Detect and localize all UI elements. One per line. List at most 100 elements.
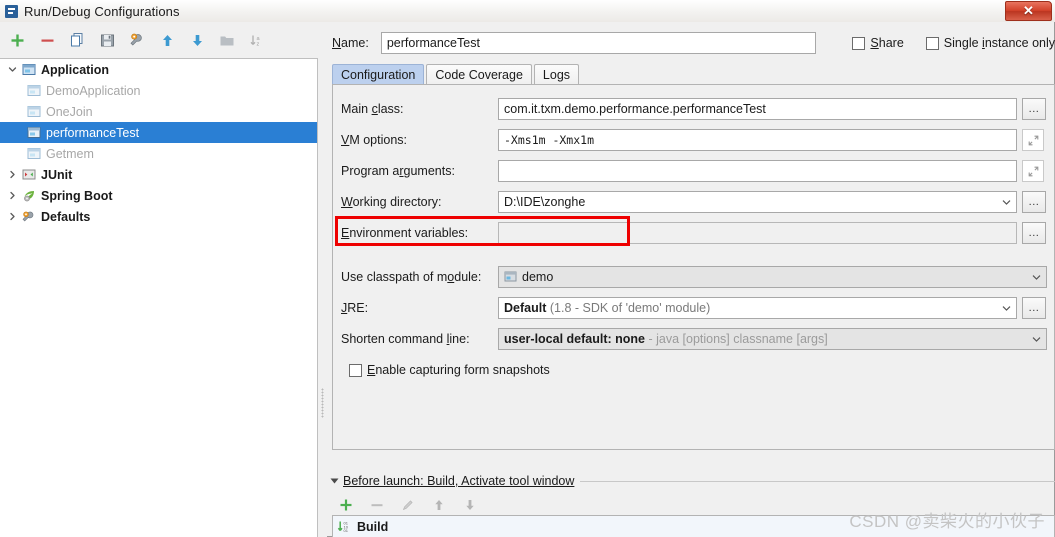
jre-row: JRE: Default (1.8 - SDK of 'demo' module… — [341, 296, 1049, 320]
remove-configuration-button[interactable] — [36, 29, 58, 51]
collapse-triangle-icon[interactable] — [330, 478, 339, 484]
working-directory-value: D:\IDE\zonghe — [504, 195, 586, 209]
tab-code-coverage[interactable]: Code Coverage — [426, 64, 532, 85]
name-row: Name: performanceTest Share Single insta… — [332, 31, 1055, 55]
before-launch-toolbar — [335, 493, 1055, 517]
use-classpath-label: Use classpath of module: — [341, 270, 482, 284]
task-label: Build — [357, 519, 389, 534]
tree-node-label: DemoApplication — [46, 83, 141, 98]
tree-node-spring-boot[interactable]: Spring Boot — [0, 185, 317, 206]
tree-node-label: performanceTest — [46, 125, 140, 140]
before-launch-task-list[interactable]: 01 10 01 Build — [332, 515, 1055, 537]
vm-options-row: VM options: -Xms1m -Xmx1m — [341, 128, 1049, 152]
add-configuration-button[interactable] — [6, 29, 28, 51]
jre-value: Default — [504, 301, 547, 315]
configurations-toolbar: a z — [0, 23, 318, 57]
move-up-button[interactable] — [156, 29, 178, 51]
add-task-button[interactable] — [335, 494, 357, 516]
dialog-frame: Run/Debug Configurations ✕ a z Applicati… — [0, 0, 1055, 537]
chevron-down-icon[interactable] — [998, 305, 1014, 312]
single-instance-checkbox[interactable]: Single instance only — [925, 36, 1055, 50]
main-class-browse-button[interactable]: ... — [1022, 98, 1046, 120]
use-classpath-row: Use classpath of module: demo — [341, 265, 1049, 289]
task-move-up-button[interactable] — [428, 494, 450, 516]
configuration-editor-pane: Name: performanceTest Share Single insta… — [327, 23, 1055, 537]
create-folder-button[interactable] — [216, 29, 238, 51]
tree-node-label: JUnit — [41, 167, 73, 182]
chevron-down-icon[interactable] — [1028, 274, 1044, 281]
tree-node-onejoin[interactable]: OneJoin — [0, 101, 317, 122]
environment-variables-label: Environment variables: — [341, 226, 469, 240]
configuration-tab-panel: Main class: com.it.txm.demo.performance.… — [332, 84, 1055, 450]
tree-node-demoapplication[interactable]: DemoApplication — [0, 80, 317, 101]
splitter-grip[interactable] — [321, 388, 324, 418]
vm-options-expand-button[interactable] — [1022, 129, 1044, 151]
chevron-down-icon[interactable] — [4, 62, 20, 78]
share-label: Share — [870, 36, 904, 50]
name-input[interactable]: performanceTest — [380, 32, 817, 54]
name-label: Name: — [332, 36, 369, 50]
close-window-button[interactable]: ✕ — [1005, 1, 1052, 21]
working-directory-combobox[interactable]: D:\IDE\zonghe — [498, 191, 1017, 213]
tree-node-performancetest[interactable]: performanceTest — [0, 122, 317, 143]
jre-combobox[interactable]: Default (1.8 - SDK of 'demo' module) — [498, 297, 1017, 319]
chevron-right-icon[interactable] — [4, 188, 20, 204]
main-class-input[interactable]: com.it.txm.demo.performance.performanceT… — [498, 98, 1017, 120]
checkbox-box[interactable] — [349, 363, 362, 377]
jre-label: JRE: — [341, 301, 369, 315]
working-directory-browse-button[interactable]: ... — [1022, 191, 1046, 213]
tab-configuration[interactable]: Configuration — [332, 64, 425, 85]
use-classpath-combobox[interactable]: demo — [498, 266, 1047, 288]
enable-snapshots-row: Enable capturing form snapshots — [341, 358, 1049, 382]
copy-configuration-button[interactable] — [66, 29, 88, 51]
application-icon — [25, 104, 42, 120]
shorten-command-line-combobox[interactable]: user-local default: none - java [options… — [498, 328, 1047, 350]
tree-node-application[interactable]: Application — [0, 59, 317, 80]
task-move-down-button[interactable] — [459, 494, 481, 516]
tree-node-defaults[interactable]: Defaults — [0, 206, 317, 227]
tree-node-label: OneJoin — [46, 104, 93, 119]
chevron-down-icon[interactable] — [998, 199, 1014, 206]
enable-snapshots-checkbox[interactable]: Enable capturing form snapshots — [349, 363, 550, 377]
chevron-down-icon[interactable] — [1028, 336, 1044, 343]
spring-boot-icon — [20, 188, 37, 204]
program-arguments-input[interactable] — [498, 160, 1017, 182]
environment-variables-input[interactable] — [498, 222, 1017, 244]
application-icon — [25, 146, 42, 162]
junit-icon — [20, 167, 37, 183]
jre-browse-button[interactable]: ... — [1022, 297, 1046, 319]
checkbox-box[interactable] — [925, 36, 939, 50]
program-arguments-expand-button[interactable] — [1022, 160, 1044, 182]
build-icon: 01 10 01 — [337, 520, 353, 534]
tree-node-label: Getmem — [46, 146, 94, 161]
main-class-row: Main class: com.it.txm.demo.performance.… — [341, 97, 1049, 121]
chevron-right-icon[interactable] — [4, 209, 20, 225]
edit-task-button[interactable] — [397, 494, 419, 516]
checkbox-box[interactable] — [852, 36, 866, 50]
tree-node-getmem[interactable]: Getmem — [0, 143, 317, 164]
sort-button[interactable]: a z — [246, 29, 268, 51]
shorten-command-line-hint: - java [options] classname [args] — [648, 332, 828, 346]
working-directory-label: Working directory: — [341, 195, 442, 209]
list-item[interactable]: 01 10 01 Build — [333, 516, 1054, 537]
svg-text:01: 01 — [344, 528, 349, 533]
panel-splitter[interactable] — [318, 58, 327, 537]
jre-value-hint: (1.8 - SDK of 'demo' module) — [549, 301, 711, 315]
svg-text:z: z — [257, 41, 260, 47]
edit-defaults-button[interactable] — [126, 29, 148, 51]
remove-task-button[interactable] — [366, 494, 388, 516]
vm-options-input[interactable]: -Xms1m -Xmx1m — [498, 129, 1017, 151]
shorten-command-line-label: Shorten command line: — [341, 332, 470, 346]
run-debug-configurations-window: Run/Debug Configurations ✕ a z Applicati… — [0, 0, 1055, 537]
environment-variables-browse-button[interactable]: ... — [1022, 222, 1046, 244]
share-checkbox[interactable]: Share — [852, 36, 904, 50]
tree-node-junit[interactable]: JUnit — [0, 164, 317, 185]
save-configuration-button[interactable] — [96, 29, 118, 51]
chevron-right-icon[interactable] — [4, 167, 20, 183]
before-launch-header[interactable]: Before launch: Build, Activate tool wind… — [330, 473, 1055, 489]
move-down-button[interactable] — [186, 29, 208, 51]
configurations-tree[interactable]: Application DemoApplication OneJoin perf… — [0, 58, 318, 537]
vm-options-label: VM options: — [341, 133, 408, 147]
program-arguments-label: Program arguments: — [341, 164, 455, 178]
tab-logs[interactable]: Logs — [533, 64, 580, 85]
